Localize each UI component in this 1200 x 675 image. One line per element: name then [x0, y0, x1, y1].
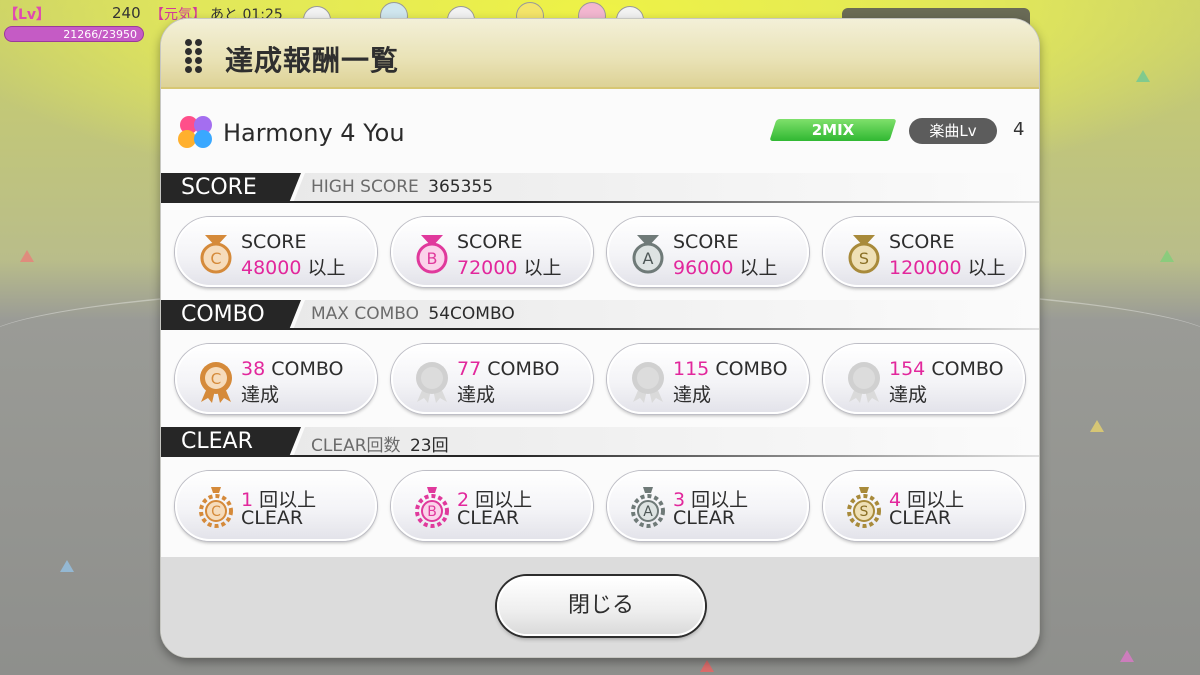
gear-a-icon: A: [631, 487, 665, 528]
locked-rosette-icon: [632, 362, 664, 403]
unit-logo-icon: [178, 116, 212, 148]
rewards-dialog: 達成報酬一覧 Harmony 4 You 2MIX 楽曲Lv 4 SCORE H…: [160, 18, 1040, 658]
gear-c-icon: C: [199, 487, 233, 528]
decor-triangle: [20, 250, 34, 262]
high-score: HIGH SCORE 365355: [311, 177, 494, 197]
gear-b-icon: B: [415, 487, 449, 528]
section-label: CLEAR: [161, 427, 301, 457]
song-level-label: 楽曲Lv: [909, 118, 997, 144]
rosette-c-icon: C: [200, 362, 232, 403]
decor-triangle: [1120, 650, 1134, 662]
svg-text:C: C: [211, 370, 221, 388]
score-reward-c[interactable]: C SCORE 48000 以上: [175, 217, 377, 287]
svg-text:B: B: [427, 249, 438, 268]
svg-text:A: A: [643, 249, 654, 268]
medal-a-icon: A: [632, 235, 664, 274]
drag-handle-icon[interactable]: [185, 39, 203, 73]
clear-reward-a[interactable]: A 3 回以上 CLEAR: [607, 471, 809, 541]
combo-reward-1[interactable]: C 38 COMBO 達成: [175, 344, 377, 414]
dialog-footer: 閉じる: [161, 557, 1039, 657]
score-reward-a[interactable]: A SCORE 96000 以上: [607, 217, 809, 287]
locked-rosette-icon: [416, 362, 448, 403]
exp-bar: 21266/23950: [4, 26, 144, 42]
clear-rewards: C 1 回以上 CLEAR B 2 回以上 CLEAR A 3 回以上 CLEA…: [175, 471, 1027, 541]
decor-triangle: [1090, 420, 1104, 432]
player-level: 240: [112, 4, 141, 22]
song-title: Harmony 4 You: [223, 119, 405, 147]
song-info: Harmony 4 You 2MIX 楽曲Lv 4: [161, 103, 1039, 167]
clear-reward-s[interactable]: S 4 回以上 CLEAR: [823, 471, 1025, 541]
medal-b-icon: B: [416, 235, 448, 274]
svg-text:B: B: [427, 504, 437, 520]
section-label: SCORE: [161, 173, 301, 203]
dialog-title: 達成報酬一覧: [225, 44, 400, 77]
medal-s-icon: S: [848, 235, 880, 274]
svg-text:A: A: [643, 504, 653, 520]
close-button[interactable]: 閉じる: [497, 576, 705, 636]
mode-badge: 2MIX: [769, 119, 897, 141]
clear-count: CLEAR回数 23回: [311, 436, 449, 456]
medal-c-icon: C: [200, 235, 232, 274]
score-section-header: SCORE HIGH SCORE 365355: [161, 173, 1039, 203]
combo-reward-3[interactable]: 115 COMBO 達成: [607, 344, 809, 414]
score-rewards: C SCORE 48000 以上 B SCORE 72000 以上 A SCOR…: [175, 217, 1027, 287]
combo-reward-4[interactable]: 154 COMBO 達成: [823, 344, 1025, 414]
score-reward-s[interactable]: S SCORE 120000 以上: [823, 217, 1025, 287]
svg-text:S: S: [860, 504, 869, 520]
decor-triangle: [1136, 70, 1150, 82]
song-level-value: 4: [1013, 119, 1025, 140]
combo-reward-2[interactable]: 77 COMBO 達成: [391, 344, 593, 414]
combo-section-header: COMBO MAX COMBO 54COMBO: [161, 300, 1039, 330]
decor-triangle: [1160, 250, 1174, 262]
section-label: COMBO: [161, 300, 301, 330]
locked-rosette-icon: [848, 362, 880, 403]
score-reward-b[interactable]: B SCORE 72000 以上: [391, 217, 593, 287]
svg-text:C: C: [210, 249, 221, 268]
clear-reward-c[interactable]: C 1 回以上 CLEAR: [175, 471, 377, 541]
max-combo: MAX COMBO 54COMBO: [311, 304, 515, 324]
exp-text: 21266/23950: [63, 28, 137, 41]
clear-reward-b[interactable]: B 2 回以上 CLEAR: [391, 471, 593, 541]
combo-rewards: C 38 COMBO 達成 77 COMBO 達成 115 COMBO 達成 1…: [175, 344, 1027, 414]
decor-triangle: [700, 660, 714, 672]
dialog-header: 達成報酬一覧: [161, 19, 1039, 89]
gear-s-icon: S: [847, 487, 881, 528]
svg-text:S: S: [859, 249, 869, 268]
clear-section-header: CLEAR CLEAR回数 23回: [161, 427, 1039, 457]
svg-text:C: C: [211, 504, 221, 520]
decor-triangle: [60, 560, 74, 572]
level-tag: 【Lv】: [4, 7, 51, 23]
